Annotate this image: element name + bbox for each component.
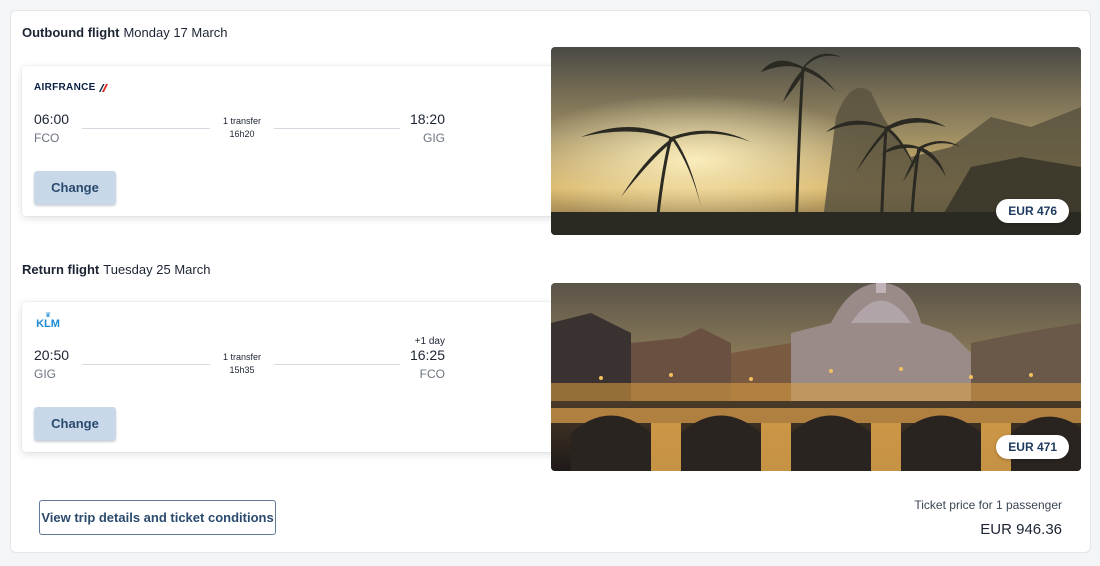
return-flight-card: ♛ KLM 20:50 GIG 1 transfer 15h35 +1 day … xyxy=(22,302,562,452)
route-line-right xyxy=(274,128,400,129)
arrival-airport: GIG xyxy=(422,131,445,145)
return-change-button[interactable]: Change xyxy=(34,407,116,440)
transfer-info: 1 transfer 15h35 xyxy=(212,351,272,377)
route-line-right xyxy=(274,364,400,365)
outbound-destination-photo: EUR 476 xyxy=(551,47,1081,235)
return-destination-photo: EUR 471 xyxy=(551,283,1081,471)
return-heading: Return flight Tuesday 25 March xyxy=(22,262,210,277)
route-line-left xyxy=(82,128,210,129)
departure-airport: FCO xyxy=(34,131,60,145)
arrival-day-offset: +1 day xyxy=(414,336,445,347)
arrival-airport: FCO xyxy=(419,367,445,381)
view-trip-details-button[interactable]: View trip details and ticket conditions xyxy=(39,500,276,535)
transfer-count: 1 transfer xyxy=(222,352,262,362)
return-price-badge: EUR 471 xyxy=(996,435,1069,459)
return-date: Tuesday 25 March xyxy=(103,262,211,277)
transfer-info: 1 transfer 16h20 xyxy=(212,115,272,141)
outbound-label: Outbound flight xyxy=(22,25,120,40)
outbound-flight-card: AIRFRANCE 06:00 FCO 1 transfer 16h20 18:… xyxy=(22,66,562,216)
departure-airport: GIG xyxy=(34,367,57,381)
flight-duration: 16h20 xyxy=(229,129,255,139)
flight-duration: 15h35 xyxy=(229,365,255,375)
departure-time: 20:50 xyxy=(34,347,70,363)
return-label: Return flight xyxy=(22,262,100,277)
transfer-count: 1 transfer xyxy=(222,116,262,126)
ticket-price-label: Ticket price for 1 passenger xyxy=(914,498,1062,512)
ticket-total-price: EUR 946.36 xyxy=(980,521,1062,538)
route-line-left xyxy=(82,364,210,365)
airfrance-logo: AIRFRANCE xyxy=(34,82,108,93)
outbound-heading: Outbound flight Monday 17 March xyxy=(22,25,228,40)
arrival-time: 16:25 xyxy=(409,347,445,363)
arrival-time: 18:20 xyxy=(409,111,445,127)
departure-time: 06:00 xyxy=(34,111,70,127)
klm-logo: ♛ KLM xyxy=(34,312,62,330)
outbound-change-button[interactable]: Change xyxy=(34,171,116,204)
airfrance-stripe-icon xyxy=(98,83,108,92)
outbound-price-badge: EUR 476 xyxy=(996,199,1069,223)
outbound-date: Monday 17 March xyxy=(123,25,228,40)
